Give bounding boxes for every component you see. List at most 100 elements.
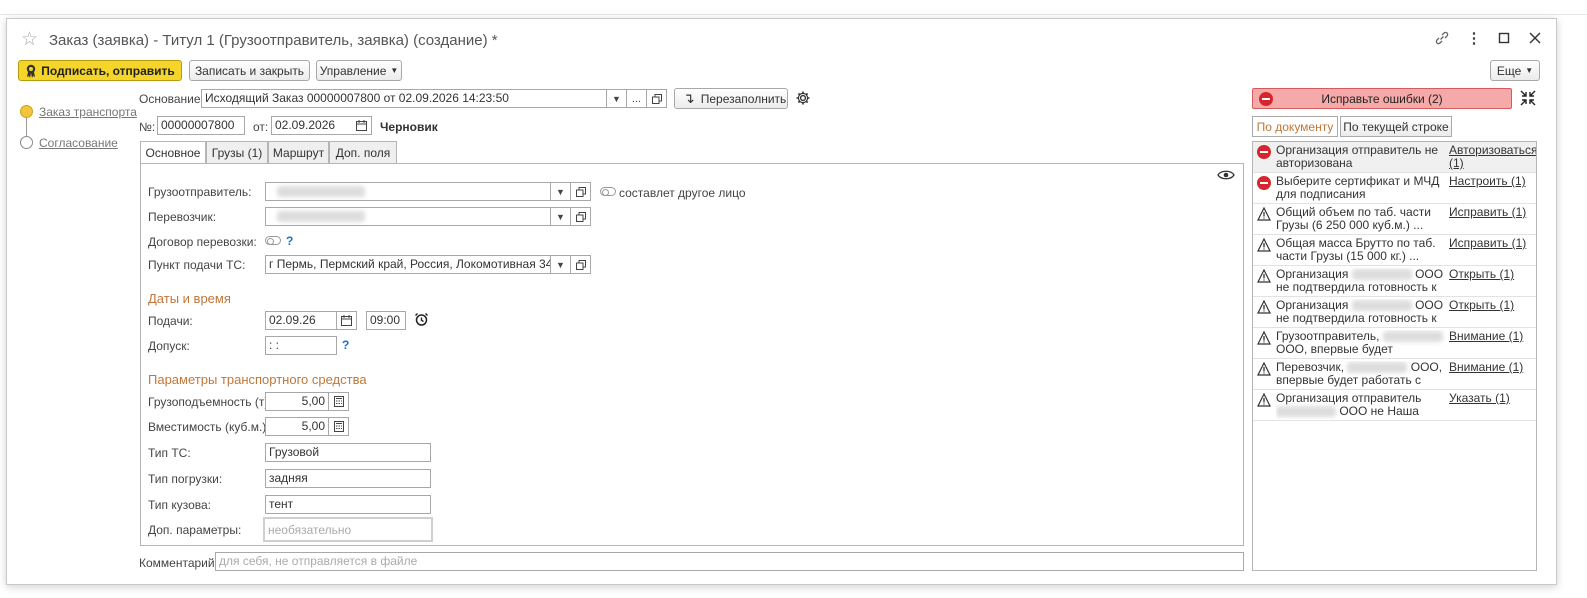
maximize-icon[interactable] <box>1493 27 1515 49</box>
pickup-open-icon[interactable] <box>570 255 591 274</box>
redacted-org <box>1347 362 1408 374</box>
more-label: Еще <box>1496 63 1522 78</box>
alarm-clock-icon[interactable] <box>414 312 429 330</box>
shipper-field[interactable] <box>265 182 551 201</box>
loading-type-label: Тип погрузки: <box>148 472 223 486</box>
supply-calendar-icon[interactable] <box>336 311 357 330</box>
warning-action-link[interactable]: Открыть (1) <box>1449 299 1536 312</box>
error-row[interactable]: Выберите сертификат и МЧД для подписания… <box>1253 173 1536 204</box>
shipper-open-icon[interactable] <box>570 182 591 201</box>
basis-open-icon[interactable] <box>646 89 667 108</box>
warning-text-c: ООО, впервые будет работать с <box>1276 342 1393 358</box>
supply-label: Подачи: <box>148 314 193 328</box>
favorite-star-icon[interactable]: ☆ <box>21 28 38 51</box>
carrier-dropdown-icon[interactable]: ▼ <box>550 207 571 226</box>
warning-triangle-icon <box>1257 207 1271 221</box>
warning-row[interactable]: Перевозчик, ООО, впервые будет работать с… <box>1253 359 1536 390</box>
capacity-calculator-icon[interactable] <box>328 392 349 411</box>
warning-action-link[interactable]: Указать (1) <box>1449 392 1536 405</box>
link-icon[interactable] <box>1431 27 1453 49</box>
date-field[interactable]: 02.09.2026 <box>271 116 352 135</box>
comment-field[interactable]: для себя, не отправляется в файле <box>215 552 1244 571</box>
tab-route[interactable]: Маршрут <box>268 141 329 163</box>
capacity-field[interactable]: 5,00 <box>265 392 329 411</box>
close-icon[interactable] <box>1524 27 1546 49</box>
volume-label: Вместимость (куб.м.): <box>148 420 270 434</box>
tab-by-current-row[interactable]: По текущей строке <box>1340 116 1452 137</box>
error-row[interactable]: Организация отправитель не авторизована … <box>1253 142 1536 173</box>
supply-time-field[interactable]: 09:00 <box>366 311 406 330</box>
carrier-field[interactable] <box>265 207 551 226</box>
collapse-panel-icon[interactable] <box>1520 90 1536 109</box>
warning-text: Организация ООО не подтвердила готовность… <box>1276 299 1446 326</box>
body-type-field[interactable]: тент <box>265 495 431 514</box>
warning-triangle-icon <box>1257 331 1271 345</box>
shipper-label: Грузоотправитель: <box>148 185 252 199</box>
warning-action-link[interactable]: Исправить (1) <box>1449 206 1536 219</box>
carrier-label: Перевозчик: <box>148 210 217 224</box>
warning-row[interactable]: Организация ООО не подтвердила готовность… <box>1253 297 1536 328</box>
loading-type-field[interactable]: задняя <box>265 469 431 488</box>
fix-errors-label: Исправьте ошибки (2) <box>1321 91 1443 106</box>
number-field[interactable]: 00000007800 <box>157 116 245 135</box>
basis-field[interactable]: Исходящий Заказ 00000007800 от 02.09.202… <box>201 89 607 108</box>
fix-errors-button[interactable]: Исправьте ошибки (2) <box>1252 88 1512 109</box>
visibility-eye-icon[interactable] <box>1217 169 1235 184</box>
contract-toggle[interactable] <box>265 236 281 245</box>
carrier-open-icon[interactable] <box>570 207 591 226</box>
basis-select-button[interactable]: ... <box>626 89 647 108</box>
pickup-field[interactable]: г Пермь, Пермский край, Россия, Локомоти… <box>265 255 551 274</box>
warning-triangle-icon <box>1257 300 1271 314</box>
tab-extra-fields[interactable]: Доп. поля <box>329 141 397 163</box>
warning-row[interactable]: Грузоотправитель, ООО, впервые будет раб… <box>1253 328 1536 359</box>
order-window: ☆ Заказ (заявка) - Титул 1 (Грузоотправи… <box>6 18 1557 585</box>
tab-main[interactable]: Основное <box>140 141 206 164</box>
sign-send-button[interactable]: Подписать, отправить <box>18 60 182 81</box>
capacity-label: Грузоподъемность (т): <box>148 395 272 409</box>
window-title: Заказ (заявка) - Титул 1 (Грузоотправите… <box>49 32 498 49</box>
refill-button[interactable]: ↴ Перезаполнить <box>674 88 788 109</box>
pickup-dropdown-icon[interactable]: ▼ <box>550 255 571 274</box>
admission-field[interactable]: : : <box>265 336 337 355</box>
warning-action-link[interactable]: Внимание (1) <box>1449 330 1536 343</box>
warning-row[interactable]: Общий объем по таб. части Грузы (6 250 0… <box>1253 204 1536 235</box>
warning-text: Организация отправитель ООО не Наша <box>1276 392 1446 419</box>
shipper-dropdown-icon[interactable]: ▼ <box>550 182 571 201</box>
error-stop-icon <box>1259 92 1273 106</box>
dropdown-arrow-icon: ▼ <box>1525 66 1534 75</box>
vehicle-type-field[interactable]: Грузовой <box>265 443 431 462</box>
contract-label: Договор перевозки: <box>148 235 257 249</box>
tab-cargo[interactable]: Грузы (1) <box>206 141 268 163</box>
warning-action-link[interactable]: Открыть (1) <box>1449 268 1536 281</box>
warning-row[interactable]: Общая масса Брутто по таб. части Грузы (… <box>1253 235 1536 266</box>
warning-text: Грузоотправитель, ООО, впервые будет раб… <box>1276 330 1446 357</box>
pickup-label: Пункт подачи ТС: <box>148 258 246 272</box>
warning-action-link[interactable]: Внимание (1) <box>1449 361 1536 374</box>
supply-date-field[interactable]: 02.09.26 <box>265 311 337 330</box>
more-vertical-icon[interactable]: ⋮ <box>1463 27 1485 49</box>
more-button[interactable]: Еще ▼ <box>1490 60 1540 81</box>
extra-params-field[interactable]: необязательно <box>263 517 433 542</box>
warning-row[interactable]: Организация ООО не подтвердила готовность… <box>1253 266 1536 297</box>
redacted-shipper <box>277 186 365 198</box>
error-action-link[interactable]: Настроить (1) <box>1449 175 1536 188</box>
basis-dropdown-icon[interactable]: ▼ <box>606 89 627 108</box>
step-order-transport[interactable]: Заказ транспорта <box>39 105 137 119</box>
calendar-icon[interactable] <box>351 116 372 135</box>
settings-gear-icon[interactable] <box>795 90 811 109</box>
error-action-link[interactable]: Авторизоваться (1) <box>1449 144 1536 170</box>
volume-field[interactable]: 5,00 <box>265 417 329 436</box>
step-approval[interactable]: Согласование <box>39 136 118 150</box>
error-stop-icon <box>1257 176 1271 190</box>
other-person-toggle[interactable] <box>600 187 616 196</box>
redacted-org <box>1351 269 1412 281</box>
manage-button[interactable]: Управление ▼ <box>316 60 402 81</box>
save-close-button[interactable]: Записать и закрыть <box>189 60 310 81</box>
contract-help-icon[interactable]: ? <box>286 234 293 248</box>
warning-row[interactable]: Организация отправитель ООО не Наша Указ… <box>1253 390 1536 421</box>
warning-action-link[interactable]: Исправить (1) <box>1449 237 1536 250</box>
number-label: №: <box>139 120 156 134</box>
tab-by-document[interactable]: По документу <box>1252 116 1338 137</box>
admission-help-icon[interactable]: ? <box>342 338 349 352</box>
volume-calculator-icon[interactable] <box>328 417 349 436</box>
